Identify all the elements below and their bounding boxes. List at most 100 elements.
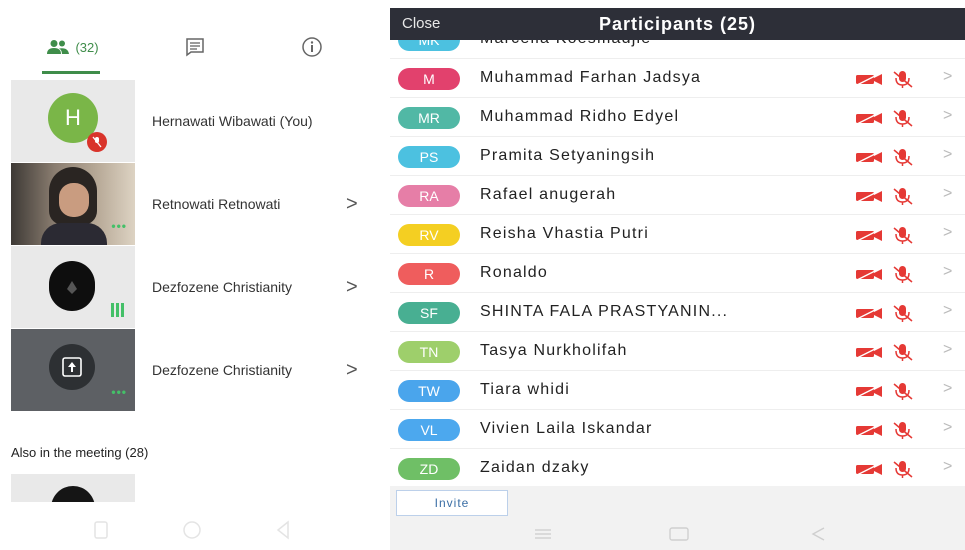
invite-bar: Invite — [390, 486, 965, 516]
participant-name: Vivien Laila Iskandar — [480, 420, 653, 437]
participant-name: Tiara whidi — [480, 381, 570, 398]
back-nav-icon[interactable] — [810, 526, 826, 542]
chevron-right-icon[interactable]: > — [943, 380, 952, 398]
menu-nav-icon[interactable] — [534, 528, 552, 540]
participants-title: Participants (25) — [598, 14, 757, 34]
home-nav-icon[interactable] — [182, 520, 202, 540]
participant-row[interactable]: VL Vivien Laila Iskandar > — [390, 410, 965, 449]
avatar: R — [398, 263, 460, 285]
share-screen-icon — [62, 357, 82, 377]
avatar: RV — [398, 224, 460, 246]
video-audio-muted-icons — [856, 304, 936, 322]
participant-row[interactable]: ••• Retnowati Retnowati > — [0, 163, 372, 245]
avatar: MK — [398, 40, 460, 51]
avatar-initials: TW — [418, 383, 440, 399]
participant-row[interactable]: TW Tiara whidi > — [390, 371, 965, 410]
avatar-initials: TN — [419, 344, 439, 360]
participant-row[interactable]: SF SHINTA FALA PRASTYANIN... > — [390, 293, 965, 332]
participant-name: Reisha Vhastia Putri — [480, 225, 649, 242]
avatar-initials: RV — [419, 227, 439, 243]
avatar-initials: PS — [419, 149, 439, 165]
video-audio-muted-icons — [856, 226, 936, 244]
avatar: ZD — [398, 458, 460, 480]
android-nav-bar — [390, 518, 965, 550]
avatar-initials: ZD — [419, 461, 439, 477]
square-nav-icon[interactable] — [93, 520, 109, 540]
participant-name: Dezfozene Christianity — [152, 279, 293, 295]
participant-name: Muhammad Farhan Jadsya — [480, 69, 702, 86]
participant-video-tile: ••• — [11, 163, 135, 245]
back-nav-icon[interactable] — [276, 520, 290, 540]
video-audio-muted-icons — [856, 109, 936, 127]
info-icon — [302, 37, 322, 57]
participant-row[interactable]: ••• Dezfozene Christianity > — [0, 329, 372, 411]
chevron-right-icon[interactable]: > — [943, 185, 952, 203]
invite-button[interactable]: Invite — [396, 490, 508, 516]
chevron-right-icon[interactable]: > — [346, 163, 358, 245]
participant-tile-partial[interactable] — [11, 474, 135, 502]
chevron-right-icon[interactable]: > — [943, 224, 952, 242]
active-tab-underline — [42, 71, 100, 74]
more-options-icon[interactable]: ••• — [111, 219, 127, 233]
participant-row[interactable]: TN Tasya Nurkholifah > — [390, 332, 965, 371]
participant-name: Tasya Nurkholifah — [480, 342, 628, 359]
home-nav-icon[interactable] — [668, 526, 690, 542]
participant-name: Rafael anugerah — [480, 186, 617, 203]
participant-row[interactable]: RA Rafael anugerah > — [390, 176, 965, 215]
avatar: VL — [398, 419, 460, 441]
avatar-initials: M — [423, 71, 435, 87]
video-audio-muted-icons — [856, 460, 936, 478]
people-icon — [47, 40, 70, 54]
participant-name: Ronaldo — [480, 264, 549, 281]
participant-row[interactable]: M Muhammad Farhan Jadsya > — [390, 59, 965, 98]
tab-chat[interactable] — [175, 22, 215, 72]
participant-row[interactable]: R Ronaldo > — [390, 254, 965, 293]
chevron-right-icon[interactable]: > — [943, 458, 952, 476]
participant-name: Zaidan dzaky — [480, 459, 590, 476]
participant-name: Retnowati Retnowati — [152, 196, 281, 212]
participant-tile — [11, 246, 135, 328]
screen-share-avatar — [49, 344, 95, 390]
tab-people[interactable]: (32) — [30, 22, 116, 74]
tab-info[interactable] — [292, 22, 332, 72]
chat-icon — [186, 38, 204, 57]
avatar: TN — [398, 341, 460, 363]
chevron-right-icon[interactable]: > — [943, 107, 952, 125]
chevron-right-icon[interactable]: > — [346, 329, 358, 411]
more-options-icon[interactable]: ••• — [111, 385, 127, 399]
participant-row[interactable]: H Hernawati Wibawati (You) — [0, 80, 372, 162]
also-in-meeting-label: Also in the meeting (28) — [11, 445, 149, 460]
chevron-right-icon[interactable]: > — [943, 302, 952, 320]
participant-row[interactable]: MR Muhammad Ridho Edyel > — [390, 98, 965, 137]
tab-bar: (32) — [0, 22, 372, 74]
avatar: PS — [398, 146, 460, 168]
avatar-initials: SF — [420, 305, 438, 321]
avatar: RA — [398, 185, 460, 207]
participant-row-partial[interactable]: MK Marcella Koesmadjie — [390, 40, 965, 59]
chevron-right-icon[interactable]: > — [943, 146, 952, 164]
video-audio-muted-icons — [856, 421, 936, 439]
avatar: M — [398, 68, 460, 90]
participant-name: Hernawati Wibawati (You) — [152, 113, 313, 129]
chevron-right-icon[interactable]: > — [943, 419, 952, 437]
avatar: MR — [398, 107, 460, 129]
avatar-initials: VL — [420, 422, 438, 438]
chevron-right-icon[interactable]: > — [943, 341, 952, 359]
teams-participants-panel: (32) H Hernawati Wibawati (You) ••• Retn… — [0, 0, 372, 550]
video-audio-muted-icons — [856, 343, 936, 361]
participants-list[interactable]: MK Marcella Koesmadjie M Muhammad Farhan … — [390, 40, 965, 486]
chevron-right-icon[interactable]: > — [943, 263, 952, 281]
video-audio-muted-icons — [856, 70, 936, 88]
participant-row[interactable]: Dezfozene Christianity > — [0, 246, 372, 328]
participant-row[interactable]: ZD Zaidan dzaky > — [390, 449, 965, 486]
chevron-right-icon[interactable]: > — [346, 246, 358, 328]
avatar-initials: MK — [418, 40, 440, 48]
chevron-right-icon[interactable]: > — [943, 68, 952, 86]
participant-name: Dezfozene Christianity — [152, 362, 293, 378]
avatar: TW — [398, 380, 460, 402]
android-nav-bar — [0, 510, 372, 550]
participant-row[interactable]: RV Reisha Vhastia Putri > — [390, 215, 965, 254]
participants-header: Close Participants (25) — [390, 8, 965, 40]
participant-tile: ••• — [11, 329, 135, 411]
participant-row[interactable]: PS Pramita Setyaningsih > — [390, 137, 965, 176]
